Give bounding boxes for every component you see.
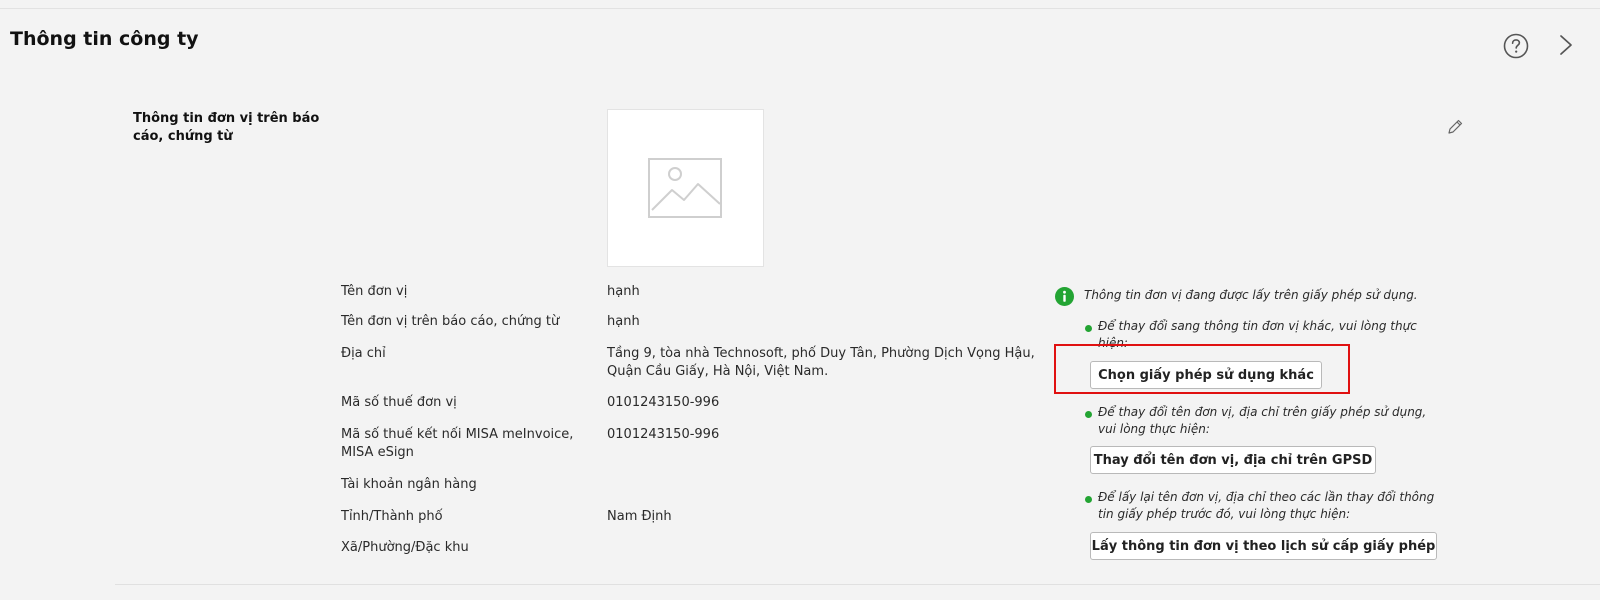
field-label-ward: Xã/Phường/Đặc khu bbox=[341, 540, 469, 555]
field-label-province: Tỉnh/Thành phố bbox=[341, 509, 443, 524]
field-value-report-name: hạnh bbox=[607, 314, 640, 329]
field-label-report-name: Tên đơn vị trên báo cáo, chứng từ bbox=[341, 314, 560, 329]
license-note-item-3: Để lấy lại tên đơn vị, địa chỉ theo các … bbox=[1098, 490, 1435, 521]
field-value-unit-name: hạnh bbox=[607, 284, 640, 299]
bullet-dot bbox=[1085, 411, 1092, 418]
chevron-right-icon[interactable] bbox=[1558, 34, 1574, 56]
bullet-dot bbox=[1085, 496, 1092, 503]
bottom-divider bbox=[115, 584, 1600, 585]
field-value-tax-code: 0101243150-996 bbox=[607, 395, 720, 410]
image-placeholder-icon bbox=[648, 158, 722, 218]
field-label-connect-tax-code: Mã số thuế kết nối MISA meInvoice, MISA … bbox=[341, 427, 574, 460]
company-logo-upload[interactable] bbox=[607, 109, 764, 267]
field-value-province: Nam Định bbox=[607, 509, 672, 524]
license-history-button[interactable]: Lấy thông tin đơn vị theo lịch sử cấp gi… bbox=[1090, 532, 1437, 560]
field-label-bank-account: Tài khoản ngân hàng bbox=[341, 477, 477, 492]
field-value-connect-tax-code: 0101243150-996 bbox=[607, 427, 720, 442]
highlight-box bbox=[1054, 344, 1350, 394]
info-icon bbox=[1055, 287, 1074, 306]
section-title: Thông tin đơn vị trên báo cáo, chứng từ bbox=[133, 111, 320, 144]
license-note-intro: Thông tin đơn vị đang được lấy trên giấy… bbox=[1084, 288, 1418, 302]
field-label-unit-name: Tên đơn vị bbox=[341, 284, 408, 299]
field-label-tax-code: Mã số thuế đơn vị bbox=[341, 395, 457, 410]
license-note-item-2: Để thay đổi tên đơn vị, địa chỉ trên giấ… bbox=[1098, 405, 1427, 436]
change-unit-name-address-button[interactable]: Thay đổi tên đơn vị, địa chỉ trên GPSD bbox=[1090, 446, 1376, 474]
help-circle-icon[interactable] bbox=[1503, 33, 1529, 59]
bullet-dot bbox=[1085, 325, 1092, 332]
pencil-icon[interactable] bbox=[1446, 118, 1464, 136]
page-title: Thông tin công ty bbox=[10, 28, 199, 50]
field-label-address: Địa chỉ bbox=[341, 346, 386, 361]
field-value-address: Tầng 9, tòa nhà Technosoft, phố Duy Tân,… bbox=[607, 346, 1035, 379]
top-divider bbox=[0, 8, 1600, 9]
